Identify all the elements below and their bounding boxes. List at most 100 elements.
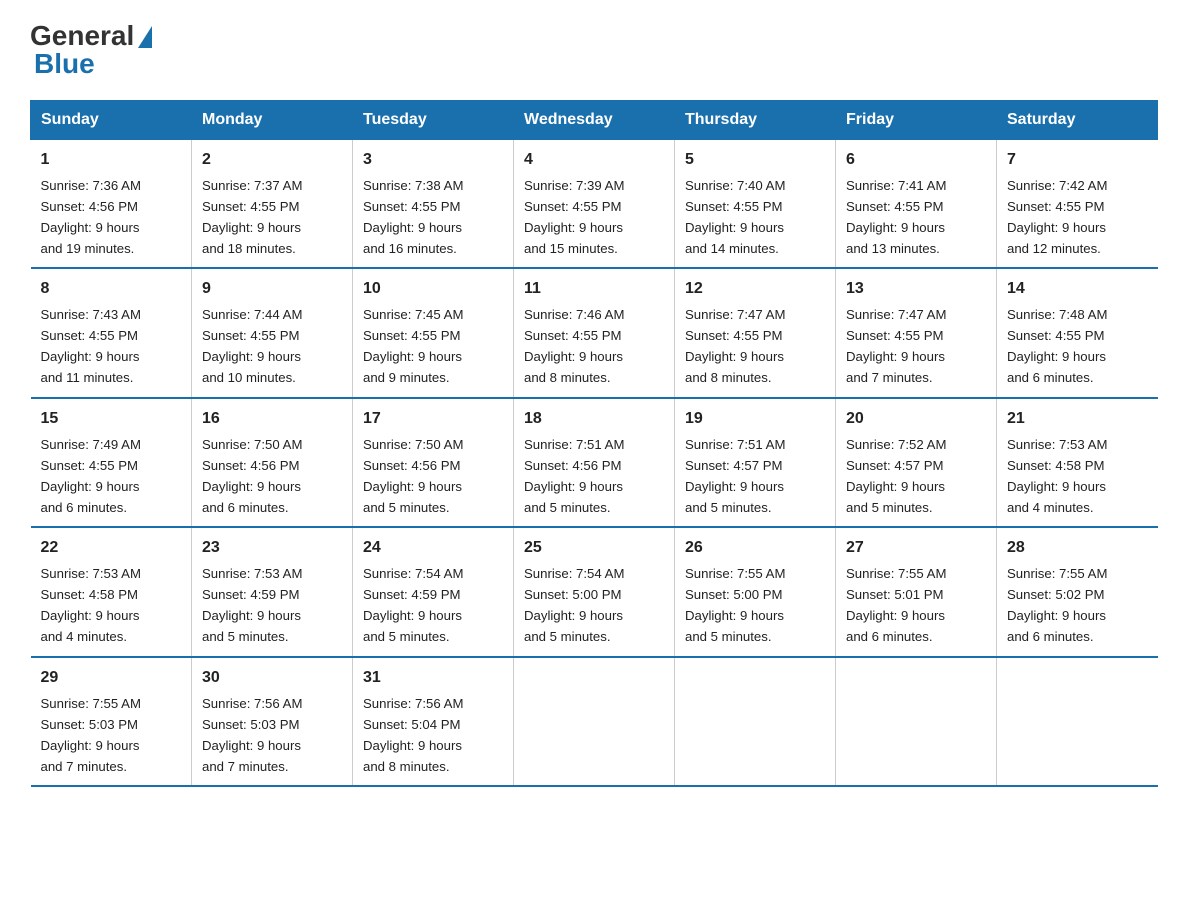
calendar-cell: 18 Sunrise: 7:51 AMSunset: 4:56 PMDayligh… [514, 398, 675, 527]
day-number: 4 [524, 148, 664, 173]
calendar-cell: 8 Sunrise: 7:43 AMSunset: 4:55 PMDaylight… [31, 268, 192, 397]
col-header-thursday: Thursday [675, 101, 836, 140]
logo: General Blue [30, 20, 152, 80]
calendar-cell [514, 657, 675, 786]
day-number: 31 [363, 666, 503, 691]
day-info: Sunrise: 7:38 AMSunset: 4:55 PMDaylight:… [363, 178, 463, 256]
day-info: Sunrise: 7:41 AMSunset: 4:55 PMDaylight:… [846, 178, 946, 256]
day-number: 17 [363, 407, 503, 432]
day-info: Sunrise: 7:47 AMSunset: 4:55 PMDaylight:… [685, 307, 785, 385]
page-header: General Blue [30, 20, 1158, 80]
day-info: Sunrise: 7:55 AMSunset: 5:03 PMDaylight:… [41, 696, 141, 774]
day-info: Sunrise: 7:48 AMSunset: 4:55 PMDaylight:… [1007, 307, 1107, 385]
day-number: 6 [846, 148, 986, 173]
calendar-cell: 11 Sunrise: 7:46 AMSunset: 4:55 PMDayligh… [514, 268, 675, 397]
day-number: 13 [846, 277, 986, 302]
calendar-cell: 14 Sunrise: 7:48 AMSunset: 4:55 PMDayligh… [997, 268, 1158, 397]
calendar-cell [836, 657, 997, 786]
calendar-cell [675, 657, 836, 786]
calendar-cell: 19 Sunrise: 7:51 AMSunset: 4:57 PMDayligh… [675, 398, 836, 527]
day-info: Sunrise: 7:43 AMSunset: 4:55 PMDaylight:… [41, 307, 141, 385]
day-info: Sunrise: 7:53 AMSunset: 4:58 PMDaylight:… [41, 566, 141, 644]
day-number: 11 [524, 277, 664, 302]
calendar-cell: 9 Sunrise: 7:44 AMSunset: 4:55 PMDaylight… [192, 268, 353, 397]
calendar-week-row: 22 Sunrise: 7:53 AMSunset: 4:58 PMDayligh… [31, 527, 1158, 656]
logo-blue-text: Blue [34, 48, 95, 80]
day-number: 26 [685, 536, 825, 561]
day-info: Sunrise: 7:47 AMSunset: 4:55 PMDaylight:… [846, 307, 946, 385]
col-header-tuesday: Tuesday [353, 101, 514, 140]
calendar-cell: 31 Sunrise: 7:56 AMSunset: 5:04 PMDayligh… [353, 657, 514, 786]
day-number: 9 [202, 277, 342, 302]
day-number: 15 [41, 407, 182, 432]
day-number: 27 [846, 536, 986, 561]
logo-triangle-icon [138, 26, 152, 48]
day-info: Sunrise: 7:44 AMSunset: 4:55 PMDaylight:… [202, 307, 302, 385]
calendar-cell: 12 Sunrise: 7:47 AMSunset: 4:55 PMDayligh… [675, 268, 836, 397]
calendar-cell: 21Sunrise: 7:53 AMSunset: 4:58 PMDayligh… [997, 398, 1158, 527]
day-info: Sunrise: 7:45 AMSunset: 4:55 PMDaylight:… [363, 307, 463, 385]
calendar-cell: 3 Sunrise: 7:38 AMSunset: 4:55 PMDaylight… [353, 140, 514, 269]
day-number: 29 [41, 666, 182, 691]
day-info: Sunrise: 7:49 AMSunset: 4:55 PMDaylight:… [41, 437, 141, 515]
calendar-cell: 29 Sunrise: 7:55 AMSunset: 5:03 PMDayligh… [31, 657, 192, 786]
calendar-cell: 4 Sunrise: 7:39 AMSunset: 4:55 PMDaylight… [514, 140, 675, 269]
col-header-wednesday: Wednesday [514, 101, 675, 140]
day-number: 12 [685, 277, 825, 302]
day-number: 19 [685, 407, 825, 432]
day-number: 7 [1007, 148, 1148, 173]
calendar-cell: 17Sunrise: 7:50 AMSunset: 4:56 PMDayligh… [353, 398, 514, 527]
day-number: 23 [202, 536, 342, 561]
day-info: Sunrise: 7:52 AMSunset: 4:57 PMDaylight:… [846, 437, 946, 515]
calendar-cell [997, 657, 1158, 786]
calendar-cell: 5Sunrise: 7:40 AMSunset: 4:55 PMDaylight… [675, 140, 836, 269]
calendar-cell: 6 Sunrise: 7:41 AMSunset: 4:55 PMDaylight… [836, 140, 997, 269]
day-info: Sunrise: 7:56 AMSunset: 5:04 PMDaylight:… [363, 696, 463, 774]
day-info: Sunrise: 7:46 AMSunset: 4:55 PMDaylight:… [524, 307, 624, 385]
day-number: 28 [1007, 536, 1148, 561]
col-header-friday: Friday [836, 101, 997, 140]
day-info: Sunrise: 7:39 AMSunset: 4:55 PMDaylight:… [524, 178, 624, 256]
day-number: 22 [41, 536, 182, 561]
calendar-cell: 22 Sunrise: 7:53 AMSunset: 4:58 PMDayligh… [31, 527, 192, 656]
day-number: 25 [524, 536, 664, 561]
calendar-cell: 24Sunrise: 7:54 AMSunset: 4:59 PMDayligh… [353, 527, 514, 656]
day-number: 24 [363, 536, 503, 561]
day-info: Sunrise: 7:55 AMSunset: 5:02 PMDaylight:… [1007, 566, 1107, 644]
day-number: 8 [41, 277, 182, 302]
calendar-cell: 27 Sunrise: 7:55 AMSunset: 5:01 PMDayligh… [836, 527, 997, 656]
day-info: Sunrise: 7:55 AMSunset: 5:00 PMDaylight:… [685, 566, 785, 644]
calendar-table: SundayMondayTuesdayWednesdayThursdayFrid… [30, 100, 1158, 787]
day-info: Sunrise: 7:51 AMSunset: 4:57 PMDaylight:… [685, 437, 785, 515]
calendar-cell: 7 Sunrise: 7:42 AMSunset: 4:55 PMDaylight… [997, 140, 1158, 269]
day-number: 3 [363, 148, 503, 173]
col-header-saturday: Saturday [997, 101, 1158, 140]
col-header-monday: Monday [192, 101, 353, 140]
day-info: Sunrise: 7:55 AMSunset: 5:01 PMDaylight:… [846, 566, 946, 644]
day-info: Sunrise: 7:53 AMSunset: 4:58 PMDaylight:… [1007, 437, 1107, 515]
day-number: 2 [202, 148, 342, 173]
calendar-cell: 26 Sunrise: 7:55 AMSunset: 5:00 PMDayligh… [675, 527, 836, 656]
day-info: Sunrise: 7:53 AMSunset: 4:59 PMDaylight:… [202, 566, 302, 644]
calendar-week-row: 29 Sunrise: 7:55 AMSunset: 5:03 PMDayligh… [31, 657, 1158, 786]
calendar-cell: 20Sunrise: 7:52 AMSunset: 4:57 PMDayligh… [836, 398, 997, 527]
day-info: Sunrise: 7:56 AMSunset: 5:03 PMDaylight:… [202, 696, 302, 774]
day-info: Sunrise: 7:40 AMSunset: 4:55 PMDaylight:… [685, 178, 785, 256]
calendar-cell: 2Sunrise: 7:37 AMSunset: 4:55 PMDaylight… [192, 140, 353, 269]
calendar-cell: 30 Sunrise: 7:56 AMSunset: 5:03 PMDayligh… [192, 657, 353, 786]
day-number: 16 [202, 407, 342, 432]
day-info: Sunrise: 7:42 AMSunset: 4:55 PMDaylight:… [1007, 178, 1107, 256]
day-number: 10 [363, 277, 503, 302]
calendar-cell: 28 Sunrise: 7:55 AMSunset: 5:02 PMDayligh… [997, 527, 1158, 656]
day-number: 14 [1007, 277, 1148, 302]
calendar-header-row: SundayMondayTuesdayWednesdayThursdayFrid… [31, 101, 1158, 140]
calendar-week-row: 8 Sunrise: 7:43 AMSunset: 4:55 PMDaylight… [31, 268, 1158, 397]
day-number: 30 [202, 666, 342, 691]
day-info: Sunrise: 7:50 AMSunset: 4:56 PMDaylight:… [202, 437, 302, 515]
calendar-cell: 13 Sunrise: 7:47 AMSunset: 4:55 PMDayligh… [836, 268, 997, 397]
calendar-cell: 15 Sunrise: 7:49 AMSunset: 4:55 PMDayligh… [31, 398, 192, 527]
day-info: Sunrise: 7:51 AMSunset: 4:56 PMDaylight:… [524, 437, 624, 515]
calendar-cell: 1Sunrise: 7:36 AMSunset: 4:56 PMDaylight… [31, 140, 192, 269]
calendar-cell: 16 Sunrise: 7:50 AMSunset: 4:56 PMDayligh… [192, 398, 353, 527]
day-number: 18 [524, 407, 664, 432]
